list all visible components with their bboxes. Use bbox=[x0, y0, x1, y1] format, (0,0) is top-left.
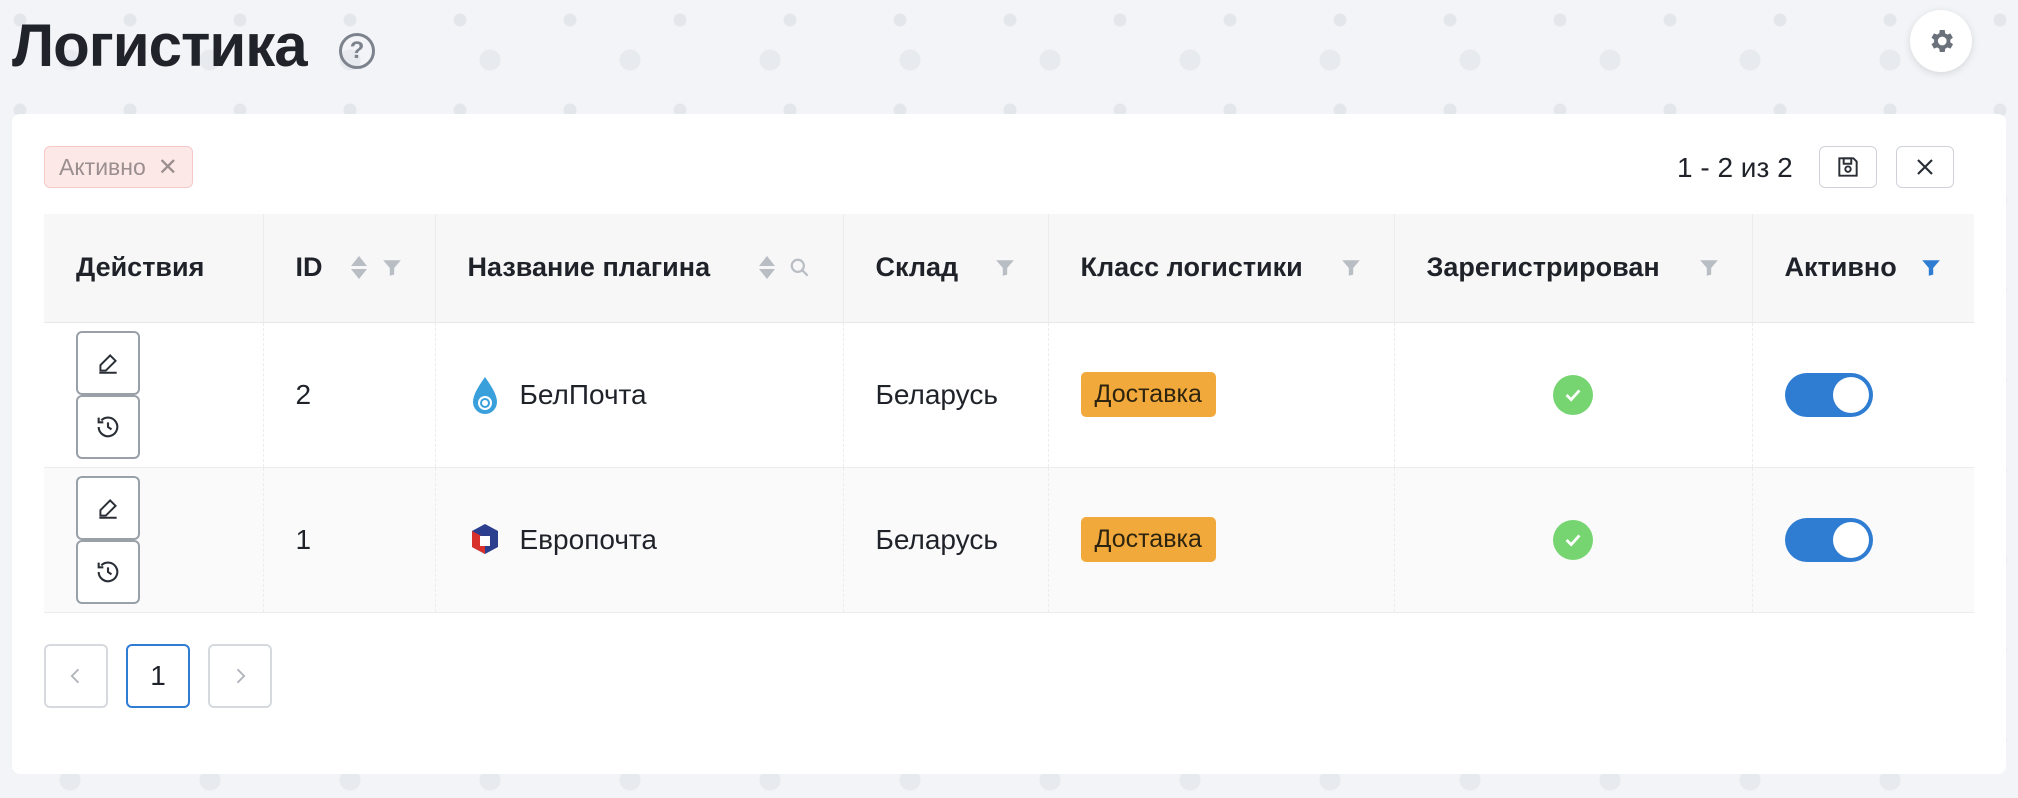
col-header-warehouse[interactable]: Склад bbox=[842, 214, 1048, 323]
col-header-id[interactable]: ID bbox=[262, 214, 435, 323]
page-button-1[interactable]: 1 bbox=[126, 644, 190, 708]
close-button[interactable] bbox=[1896, 146, 1954, 188]
pencil-icon bbox=[99, 353, 117, 374]
col-label-active: Активно bbox=[1784, 252, 1897, 283]
pencil-icon bbox=[99, 498, 117, 519]
actions-cell bbox=[44, 322, 263, 468]
logistics-class-tag: Доставка bbox=[1080, 372, 1216, 417]
close-icon bbox=[1917, 159, 1933, 175]
sort-icon[interactable] bbox=[350, 256, 367, 280]
evropochta-logo-icon bbox=[471, 523, 498, 554]
col-label-id: ID bbox=[295, 252, 323, 283]
logistics-card: Активно ✕ 1 - 2 из 2 Действия ID Названи… bbox=[12, 114, 2006, 774]
active-cell bbox=[1751, 467, 1974, 613]
check-circle-icon bbox=[1553, 519, 1593, 560]
col-header-logistics-class[interactable]: Класс логистики bbox=[1047, 214, 1394, 323]
id-cell: 1 bbox=[262, 467, 435, 613]
edit-button[interactable] bbox=[76, 330, 140, 395]
table-row: 1 Европочта Беларусь Доставка bbox=[44, 467, 1974, 613]
col-header-plugin-name[interactable]: Название плагина bbox=[434, 214, 843, 323]
active-toggle[interactable] bbox=[1784, 517, 1873, 562]
chevron-left-icon bbox=[70, 668, 80, 684]
active-cell bbox=[1751, 322, 1974, 468]
col-header-active[interactable]: Активно bbox=[1751, 214, 1974, 323]
actions-cell bbox=[44, 467, 263, 613]
class-cell: Доставка bbox=[1047, 467, 1394, 613]
col-label-warehouse: Склад bbox=[875, 252, 959, 283]
filter-icon[interactable] bbox=[994, 257, 1016, 279]
filter-icon[interactable] bbox=[1698, 257, 1720, 279]
check-circle-icon bbox=[1553, 374, 1593, 415]
help-circle-icon[interactable]: ? bbox=[339, 33, 375, 69]
col-label-registered: Зарегистрирован bbox=[1426, 252, 1660, 283]
filter-icon[interactable] bbox=[1340, 257, 1362, 279]
next-page-button[interactable] bbox=[208, 644, 272, 708]
settings-button[interactable] bbox=[1910, 10, 1972, 72]
col-label-logistics-class: Класс логистики bbox=[1080, 252, 1303, 283]
range-text: 1 - 2 из 2 bbox=[1677, 152, 1793, 183]
table-header-row: Действия ID Название плагина Склад Класс… bbox=[44, 214, 1974, 323]
warehouse-cell: Беларусь bbox=[842, 467, 1048, 613]
plugin-cell: БелПочта bbox=[434, 322, 843, 468]
sort-icon[interactable] bbox=[758, 256, 775, 280]
logistics-class-tag: Доставка bbox=[1080, 517, 1216, 562]
chevron-right-icon bbox=[236, 668, 246, 684]
plugin-name[interactable]: БелПочта bbox=[520, 379, 647, 411]
active-toggle[interactable] bbox=[1784, 372, 1873, 417]
history-button[interactable] bbox=[76, 394, 140, 459]
warehouse-cell: Беларусь bbox=[842, 322, 1048, 468]
filter-active-icon[interactable] bbox=[1920, 257, 1942, 279]
active-filter-label: Активно bbox=[59, 153, 146, 180]
save-icon bbox=[1838, 157, 1858, 177]
belpochta-logo-icon bbox=[472, 376, 497, 414]
history-icon bbox=[97, 416, 119, 437]
prev-page-button[interactable] bbox=[44, 644, 108, 708]
plugin-cell: Европочта bbox=[434, 467, 843, 613]
plugin-name[interactable]: Европочта bbox=[520, 524, 657, 556]
col-label-plugin-name: Название плагина bbox=[467, 252, 711, 283]
col-header-actions: Действия bbox=[44, 214, 263, 323]
gear-icon bbox=[1931, 30, 1953, 52]
history-icon bbox=[97, 561, 119, 582]
col-label-actions: Действия bbox=[76, 252, 205, 283]
edit-button[interactable] bbox=[76, 475, 140, 540]
page-title: Логистика bbox=[12, 12, 308, 79]
history-button[interactable] bbox=[76, 539, 140, 604]
logistics-table: Действия ID Название плагина Склад Класс… bbox=[44, 214, 1974, 613]
registered-cell bbox=[1393, 467, 1752, 613]
table-row: 2 БелПочта Беларусь Доставка bbox=[44, 322, 1974, 468]
registered-cell bbox=[1393, 322, 1752, 468]
pagination: 1 bbox=[44, 644, 272, 708]
remove-filter-icon[interactable]: ✕ bbox=[158, 153, 178, 182]
id-cell: 2 bbox=[262, 322, 435, 468]
class-cell: Доставка bbox=[1047, 322, 1394, 468]
save-button[interactable] bbox=[1819, 146, 1877, 188]
col-header-registered[interactable]: Зарегистрирован bbox=[1393, 214, 1752, 323]
filter-icon[interactable] bbox=[381, 257, 403, 279]
search-icon[interactable] bbox=[789, 257, 811, 279]
active-filter-tag[interactable]: Активно ✕ bbox=[44, 146, 193, 188]
